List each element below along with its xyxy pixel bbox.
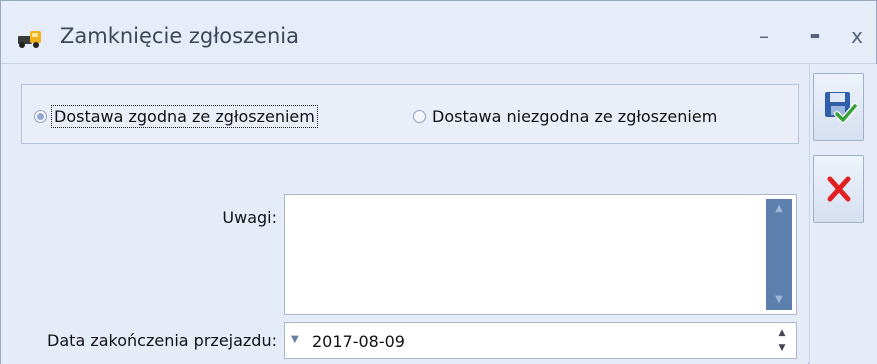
dropdown-icon[interactable]: ▼ <box>291 331 303 349</box>
radio-indicator[interactable] <box>34 109 47 123</box>
spin-up-icon[interactable]: ▲ <box>774 326 790 341</box>
form-panel: Dostawa zgodna ze zgłoszeniem Dostawa ni… <box>1 64 808 364</box>
cancel-button[interactable] <box>813 155 864 223</box>
delivery-radio-group: Dostawa zgodna ze zgłoszeniem Dostawa ni… <box>21 84 799 144</box>
action-toolbar <box>809 64 877 364</box>
scroll-down-icon[interactable]: ▼ <box>766 290 792 310</box>
truck-icon <box>17 27 43 49</box>
radio-label[interactable]: Dostawa niezgodna ze zgłoszeniem <box>432 107 717 126</box>
close-button[interactable]: x <box>840 19 874 53</box>
spin-down-icon[interactable]: ▼ <box>774 341 790 356</box>
date-spinner[interactable]: ▲ ▼ <box>774 326 790 356</box>
maximize-button[interactable]: ▬ <box>798 19 832 53</box>
notes-label: Uwagi: <box>222 208 277 227</box>
date-input[interactable]: ▼ 2017-08-09 ▲ ▼ <box>284 322 797 359</box>
notes-scrollbar[interactable]: ▲ ▼ <box>766 199 792 310</box>
title-bar[interactable]: Zamknięcie zgłoszenia – ▬ x <box>1 1 876 64</box>
scroll-up-icon[interactable]: ▲ <box>766 199 792 219</box>
save-button[interactable] <box>813 73 864 141</box>
radio-label[interactable]: Dostawa zgodna ze zgłoszeniem <box>51 104 318 128</box>
red-x-icon <box>826 175 852 207</box>
radio-indicator[interactable] <box>413 109 426 123</box>
date-label: Data zakończenia przejazdu: <box>47 331 277 350</box>
notes-textarea[interactable]: ▲ ▼ <box>284 194 797 315</box>
radio-delivery-matching[interactable]: Dostawa zgodna ze zgłoszeniem <box>34 104 318 128</box>
radio-delivery-not-matching[interactable]: Dostawa niezgodna ze zgłoszeniem <box>413 105 717 127</box>
save-check-icon <box>823 90 858 128</box>
date-value[interactable]: 2017-08-09 <box>312 332 405 351</box>
window-title: Zamknięcie zgłoszenia <box>60 24 299 48</box>
dialog-window: Zamknięcie zgłoszenia – ▬ x Dostawa zgod… <box>0 0 877 364</box>
minimize-button[interactable]: – <box>747 19 781 53</box>
